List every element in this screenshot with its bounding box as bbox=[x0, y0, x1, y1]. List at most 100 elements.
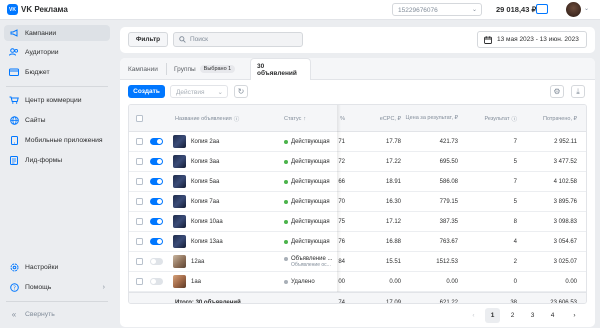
filter-button[interactable]: Фильтр bbox=[128, 32, 168, 47]
tab-groups[interactable]: Группы Выбрано 1 bbox=[168, 58, 241, 80]
ads-table: Название объявления ⓘ Статус ↑ % eCPC, ₽… bbox=[128, 104, 587, 304]
ad-toggle[interactable] bbox=[150, 278, 163, 285]
sidebar-item-campaigns[interactable]: Кампании bbox=[4, 25, 110, 41]
tab-bar: Кампании Группы Выбрано 1 30 объявлений bbox=[120, 58, 595, 80]
column-header-name[interactable]: Название объявления ⓘ bbox=[175, 105, 239, 132]
main-content: Фильтр Поиск 13 мая 2023 - 13 июн. 2023 … bbox=[120, 27, 595, 327]
row-checkbox[interactable] bbox=[136, 218, 143, 225]
sidebar: Кампании Аудитории Бюджет Центр коммерци… bbox=[0, 20, 114, 328]
ad-name[interactable]: Копия 10аа bbox=[191, 212, 223, 232]
tab-campaigns[interactable]: Кампании bbox=[122, 58, 164, 80]
pagination-prev-button[interactable]: ‹ bbox=[466, 308, 481, 323]
sidebar-item-settings[interactable]: Настройки bbox=[4, 259, 110, 275]
ad-name[interactable]: 1аа bbox=[191, 272, 201, 292]
ad-thumbnail bbox=[173, 215, 186, 228]
column-header-price-per-result[interactable]: Цена за результат, ₽ bbox=[404, 105, 458, 132]
refresh-button[interactable]: ↻ bbox=[234, 85, 248, 98]
sidebar-item-label: Лид-формы bbox=[25, 156, 63, 164]
sidebar-item-audiences[interactable]: Аудитории bbox=[4, 44, 110, 60]
column-header-label: Название объявления bbox=[175, 115, 232, 122]
search-placeholder: Поиск bbox=[190, 36, 209, 43]
column-header-spent[interactable]: Потрачено, ₽ bbox=[521, 105, 577, 132]
create-button[interactable]: Создать bbox=[128, 85, 165, 98]
cell-ecpc: 17.12 bbox=[385, 219, 401, 225]
row-checkbox[interactable] bbox=[136, 258, 143, 265]
column-header-ecpc[interactable]: eCPC, ₽ bbox=[355, 105, 401, 132]
date-range-picker[interactable]: 13 мая 2023 - 13 июн. 2023 bbox=[477, 31, 587, 48]
sidebar-item-sites[interactable]: Сайты bbox=[4, 112, 110, 128]
ad-toggle[interactable] bbox=[150, 238, 163, 245]
cell-price-per-result: 0.00 bbox=[446, 279, 458, 285]
ad-name[interactable]: Копия 13аа bbox=[191, 232, 223, 252]
ad-toggle[interactable] bbox=[150, 178, 163, 185]
ad-name[interactable]: Копия 7аа bbox=[191, 192, 219, 212]
sidebar-item-mobile-apps[interactable]: Мобильные приложения bbox=[4, 132, 110, 148]
ad-name[interactable]: Копия 5аа bbox=[191, 172, 219, 192]
row-checkbox[interactable] bbox=[136, 278, 143, 285]
ad-toggle[interactable] bbox=[150, 258, 163, 265]
cell-price-per-result: 586.08 bbox=[439, 179, 458, 185]
row-checkbox[interactable] bbox=[136, 238, 143, 245]
status-text: Действующая bbox=[291, 219, 330, 225]
row-checkbox[interactable] bbox=[136, 198, 143, 205]
sidebar-item-lead-forms[interactable]: Лид-формы bbox=[4, 152, 110, 168]
search-icon bbox=[179, 36, 186, 43]
download-button[interactable]: ⤓ bbox=[571, 85, 585, 98]
column-header-pct[interactable]: % bbox=[325, 105, 345, 132]
pagination-page-3[interactable]: 3 bbox=[525, 308, 540, 323]
search-input[interactable]: Поиск bbox=[173, 32, 303, 47]
column-header-label: Статус bbox=[284, 115, 302, 122]
cell-ecpc: 16.30 bbox=[385, 199, 401, 205]
column-header-result[interactable]: Результат ⓘ bbox=[467, 105, 517, 132]
pagination-page-4[interactable]: 4 bbox=[545, 308, 560, 323]
sidebar-item-label: Бюджет bbox=[25, 68, 50, 76]
cell-spent: 3 895.76 bbox=[553, 199, 577, 205]
ad-toggle[interactable] bbox=[150, 158, 163, 165]
total-spent: 23 606.53 bbox=[550, 300, 577, 304]
pagination-page-1[interactable]: 1 bbox=[485, 308, 500, 323]
row-checkbox[interactable] bbox=[136, 178, 143, 185]
app-logo[interactable]: VK VK Реклама bbox=[7, 4, 68, 15]
ad-name[interactable]: 12аа bbox=[191, 252, 204, 272]
column-header-label: Результат bbox=[484, 115, 510, 122]
sidebar-item-help[interactable]: ? Помощь › bbox=[4, 279, 110, 295]
tab-ads[interactable]: 30 объявлений bbox=[250, 58, 311, 80]
ad-name[interactable]: Копия 2аа bbox=[191, 132, 219, 152]
actions-placeholder: Действия bbox=[176, 89, 205, 96]
sidebar-item-budget[interactable]: Бюджет bbox=[4, 64, 110, 80]
gear-icon: ⚙ bbox=[553, 87, 561, 96]
actions-select[interactable]: Действия ⌄ bbox=[170, 85, 228, 98]
table-row[interactable]: Копия 13аа Действующая 76 16.88 763.67 4 3 054… bbox=[129, 232, 586, 252]
row-checkbox[interactable] bbox=[136, 158, 143, 165]
ad-toggle[interactable] bbox=[150, 218, 163, 225]
pagination-next-button[interactable]: › bbox=[567, 308, 582, 323]
sort-arrow-icon: ↑ bbox=[303, 115, 307, 122]
total-price-per-result: 621.22 bbox=[439, 300, 458, 304]
pagination-page-2[interactable]: 2 bbox=[505, 308, 520, 323]
row-checkbox[interactable] bbox=[136, 138, 143, 145]
table-settings-button[interactable]: ⚙ bbox=[550, 85, 564, 98]
table-row[interactable]: Копия 3аа Действующая 72 17.22 695.50 5 3 477.… bbox=[129, 152, 586, 172]
ad-name[interactable]: Копия 3аа bbox=[191, 152, 219, 172]
table-row[interactable]: Копия 10аа Действующая 75 17.12 387.35 8 3 098… bbox=[129, 212, 586, 232]
sidebar-collapse-button[interactable]: « Свернуть bbox=[4, 306, 110, 322]
table-row[interactable]: Копия 5аа Действующая 66 18.91 586.08 7 4 102.… bbox=[129, 172, 586, 192]
user-avatar[interactable] bbox=[566, 2, 581, 17]
sidebar-item-commerce-center[interactable]: Центр коммерции bbox=[4, 92, 110, 108]
account-selector[interactable]: 15229676076 ⌄ bbox=[392, 3, 482, 16]
tab-label: 30 объявлений bbox=[257, 62, 297, 77]
info-icon: ⓘ bbox=[233, 116, 240, 123]
table-row[interactable]: Копия 2аа Действующая 71 17.78 421.73 7 2 952.… bbox=[129, 132, 586, 152]
cell-ecpc: 16.88 bbox=[385, 239, 401, 245]
column-header-status[interactable]: Статус ↑ bbox=[284, 105, 306, 132]
cell-spent: 3 098.83 bbox=[553, 219, 577, 225]
table-row[interactable]: 1аа Удалено 00 0.00 0.00 0 0.00 bbox=[129, 272, 586, 292]
cell-price-per-result: 387.35 bbox=[439, 219, 458, 225]
ad-toggle[interactable] bbox=[150, 198, 163, 205]
table-row[interactable]: 12аа Объявление ... Объявление ос... 84 15.5… bbox=[129, 252, 586, 272]
wallet-icon[interactable] bbox=[536, 4, 548, 14]
chevron-down-icon[interactable]: ⌄ bbox=[584, 5, 589, 12]
table-row[interactable]: Копия 7аа Действующая 70 16.30 779.15 5 3 895.… bbox=[129, 192, 586, 212]
ad-toggle[interactable] bbox=[150, 138, 163, 145]
select-all-checkbox[interactable] bbox=[136, 115, 143, 122]
